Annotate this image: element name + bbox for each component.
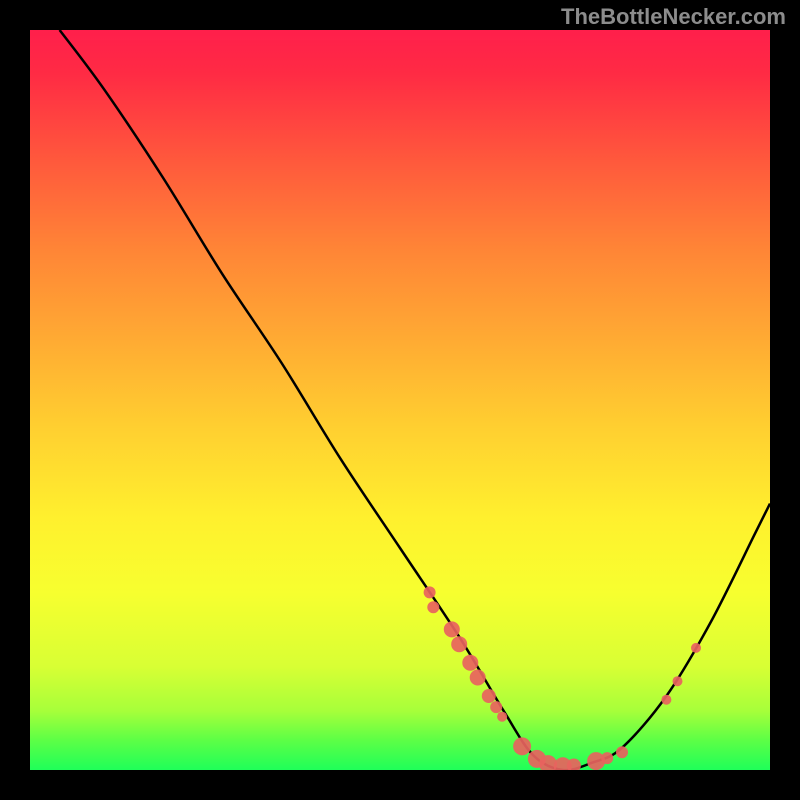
- watermark-label: TheBottleNecker.com: [561, 4, 786, 30]
- chart-stage: TheBottleNecker.com: [0, 0, 800, 800]
- gradient-background: [30, 30, 770, 770]
- plot-area: [30, 30, 770, 770]
